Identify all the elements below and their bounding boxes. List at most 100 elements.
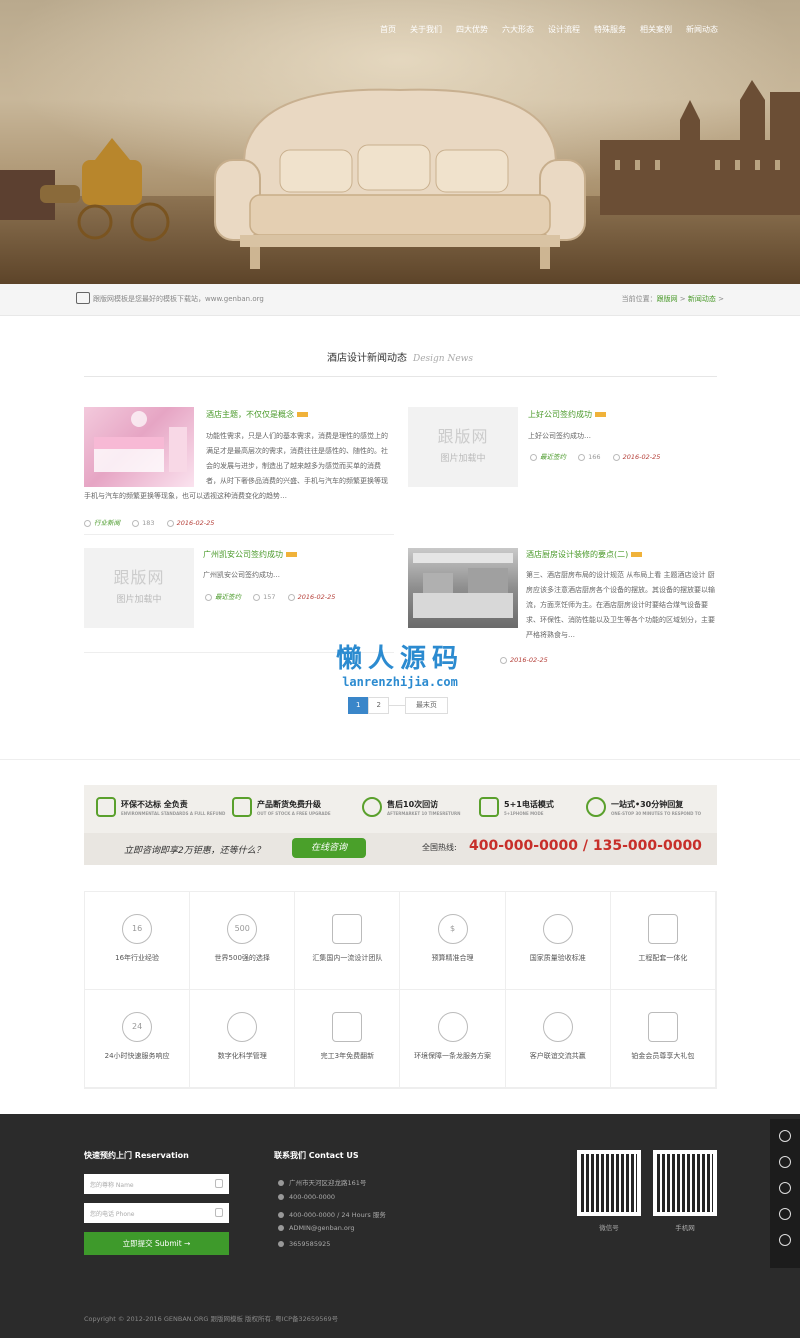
news-date: 2016-02-25 [287,593,335,601]
hot-tag [286,552,297,557]
service-icon: 24 [122,1012,153,1042]
consult-button[interactable]: 在线咨询 [292,838,366,858]
news-thumbnail-placeholder[interactable]: 跟版网 图片加载中 [84,548,194,628]
page-1[interactable]: 1 [348,697,369,714]
info-bar: 跟版网模板是您最好的模板下载站，www.genban.org 当前位置：跟版网 … [0,284,800,316]
watermark-cn: 懒人源码 [335,644,464,674]
news-title[interactable]: 上好公司签约成功 [528,409,606,420]
fax-icon [278,1212,284,1218]
breadcrumb-sep: > [677,295,688,303]
user-icon [215,1179,223,1188]
heart-icon [362,797,382,817]
breadcrumb-home[interactable]: 跟版网 [657,295,678,303]
news-desc: 第三、酒店厨房布局的设计规范 从布局上看 主题酒店设计 厨房应该多注意酒店厨房各… [526,571,715,639]
news-item: 酒店主题，不仅仅是概念 功能性需求，只是人们的基本需求，消费是理性的感觉上的满足… [84,407,394,532]
bedroom-image [94,411,187,472]
page: 首页 关于我们 四大优势 六大形态 设计流程 特殊服务 相关案例 新闻动态 跟版… [0,0,800,1338]
divider [84,376,717,377]
service-label: 客户联谊交流共赢 [529,1052,586,1060]
watermark: 懒人源码 lanrenzhijia.com [300,638,500,689]
name-field[interactable]: 您的尊称 Name [84,1174,229,1194]
service-cell: 工程配套一体化 [610,892,716,990]
news-thumbnail-placeholder[interactable]: 跟版网 图片加载中 [408,407,518,487]
watermark-en: lanrenzhijia.com [342,675,458,689]
submit-button[interactable]: 立即提交 Submit → [84,1232,229,1255]
nav-home[interactable]: 首页 [380,24,396,35]
placeholder-logo: 跟版网 [437,427,489,446]
service-label: 预算精准合理 [431,954,474,962]
news-thumbnail[interactable] [84,407,194,487]
back-to-top-icon[interactable] [779,1234,791,1246]
news-desc: 上好公司签约成功… [528,432,591,440]
service-label: 完工3年免费翻新 [320,1052,375,1060]
service-label: 24小时快速服务响应 [104,1052,170,1060]
service-icon [647,1012,678,1042]
cta-text: 立即咨询即享2万钜惠，还等什么？ [124,846,265,856]
location-icon[interactable] [779,1156,791,1168]
service-icon [647,914,678,944]
pager-gap [388,705,405,714]
service-icon [332,1012,363,1042]
nav-services[interactable]: 特殊服务 [594,24,626,35]
news-views: 157 [263,593,276,601]
page-2[interactable]: 2 [368,697,389,714]
page-last[interactable]: 最末页 [404,697,448,714]
service-cell: 客户联谊交流共赢 [505,990,611,1088]
copyright: Copyright © 2012-2016 GENBAN.ORG 跟版网模板 版… [84,1315,339,1323]
news-item: 跟版网 图片加载中 广州凯安公司签约成功 广州凯安公司签约成功… 最近签约 15… [84,548,394,648]
bookmark-icon [84,519,91,527]
mobile-qr [653,1150,717,1216]
service-label: 环境保障一条龙服务方案 [414,1052,492,1060]
phone-mode-icon [479,797,499,817]
news-category[interactable]: 行业新闻 [94,519,120,527]
phone-field[interactable]: 您的电话 Phone [84,1203,229,1223]
news-item: 跟版网 图片加载中 上好公司签约成功 上好公司签约成功… 最近签约 166 20… [408,407,718,497]
hot-tag [631,552,643,557]
nav-advantages[interactable]: 四大优势 [456,24,488,35]
nav-cases[interactable]: 相关案例 [640,24,672,35]
eye-icon [253,593,261,601]
clock-icon [612,453,620,461]
hotline-numbers: 400-000-0000 / 135-000-0000 [469,838,702,854]
contact-email[interactable]: ADMIN@genban.org [278,1224,355,1232]
service-icon [542,914,573,944]
news-desc: 广州凯安公司签约成功… [203,571,280,579]
news-meta: 最近签约 157 2016-02-25 [205,591,335,601]
contact-title: 联系我们 Contact US [274,1151,359,1160]
news-desc-overflow: 手机与汽车的频繁更换等现象，也可以透视这种消费变化的趋势… [84,492,287,500]
news-thumbnail[interactable] [408,548,518,628]
feature-item: 一站式•30分钟回复 ONE-STOP 30 MINUTES TO RESPOND… [586,797,701,817]
service-icon [437,1012,468,1042]
contact-address: 广州市天河区迎龙路161号 [278,1177,366,1187]
service-cell: 国家质量验收标准 [505,892,611,990]
service-icon: 16 [122,914,153,944]
nav-news[interactable]: 新闻动态 [686,24,718,35]
divider [84,534,394,535]
service-cell: 24 24小时快速服务响应 [85,990,191,1088]
qq-icon[interactable] [779,1182,791,1194]
weibo-icon[interactable] [779,1208,791,1220]
breadcrumb-end: > [715,295,724,303]
breadcrumb-current[interactable]: 新闻动态 [688,295,716,303]
news-title[interactable]: 酒店厨房设计装修的要点(二) [526,549,643,560]
service-grid: 16 16年行业经验 500 世界500强的选择 汇集国内一流设计团队 $ 预算精准合理 国家… [84,891,717,1089]
news-category[interactable]: 最近签约 [215,593,241,601]
section-title: 酒店设计新闻动态 Design News [0,349,800,364]
service-cell: $ 预算精准合理 [400,892,506,990]
news-category[interactable]: 最近签约 [540,453,566,461]
clock-icon [500,656,507,664]
nav-about[interactable]: 关于我们 [410,24,442,35]
news-meta: 行业新闻 183 2016-02-25 [84,517,214,527]
nav-process[interactable]: 设计流程 [548,24,580,35]
news-date: 2016-02-25 [612,453,660,461]
service-label: 汇集国内一流设计团队 [312,954,383,962]
news-title[interactable]: 广州凯安公司签约成功 [203,549,297,560]
nav-forms[interactable]: 六大形态 [502,24,534,35]
service-cell: 铂金会员尊享大礼包 [610,990,716,1088]
signal-icon[interactable] [779,1130,791,1142]
service-cell: 16 16年行业经验 [85,892,191,990]
service-label: 16年行业经验 [115,954,160,962]
news-title[interactable]: 酒店主题，不仅仅是概念 [206,409,308,420]
breadcrumb-prefix: 当前位置： [621,295,657,303]
bookmark-icon [205,593,212,601]
